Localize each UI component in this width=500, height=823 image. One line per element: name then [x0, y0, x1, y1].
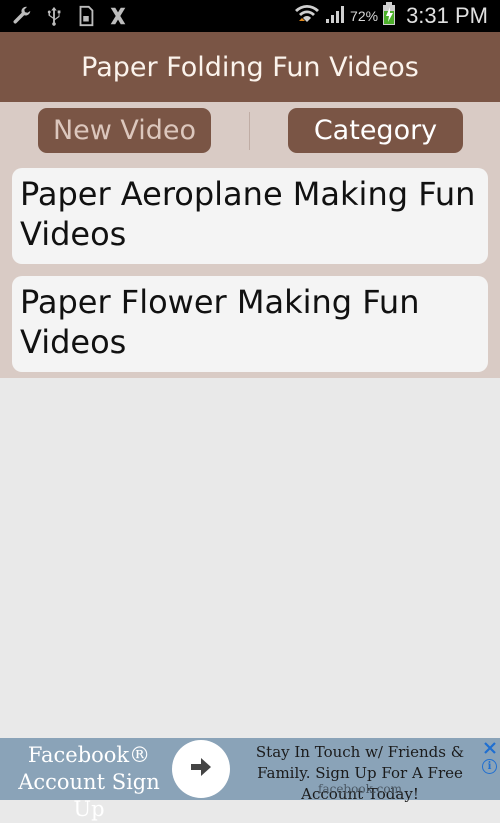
- arrow-right-icon: [189, 756, 213, 783]
- info-icon[interactable]: i: [482, 759, 497, 774]
- status-icons-right: 72% 3:31 PM: [294, 1, 500, 31]
- sd-card-icon: [74, 4, 98, 28]
- status-time: 3:31 PM: [406, 3, 488, 28]
- app-title-bar: Paper Folding Fun Videos: [0, 32, 500, 102]
- ad-domain: facebook.com: [318, 782, 402, 796]
- list-item[interactable]: Paper Flower Making Fun Videos: [12, 276, 488, 372]
- ad-arrow-button[interactable]: [172, 740, 230, 798]
- signal-icon: [324, 3, 346, 30]
- page-title: Paper Folding Fun Videos: [81, 51, 419, 83]
- content-panel: New Video Category Paper Aeroplane Makin…: [0, 102, 500, 378]
- wrench-icon: [10, 4, 34, 28]
- tab-category[interactable]: Category: [288, 108, 463, 153]
- battery-percent: 72%: [350, 8, 379, 24]
- usb-icon: [42, 4, 66, 28]
- battery-charging-icon: [382, 1, 396, 31]
- x-icon: [106, 4, 130, 28]
- ad-title[interactable]: Facebook® Account Sign Up: [0, 742, 178, 823]
- tab-bar: New Video Category: [0, 102, 500, 162]
- close-icon[interactable]: [482, 740, 498, 756]
- tab-new-video[interactable]: New Video: [38, 108, 211, 153]
- wifi-icon: [294, 3, 320, 30]
- status-bar: 72% 3:31 PM: [0, 0, 500, 32]
- status-icons-left: [0, 4, 130, 28]
- list-item[interactable]: Paper Aeroplane Making Fun Videos: [12, 168, 488, 264]
- ad-banner[interactable]: Facebook® Account Sign Up Stay In Touch …: [0, 738, 500, 821]
- tab-divider: [249, 112, 250, 150]
